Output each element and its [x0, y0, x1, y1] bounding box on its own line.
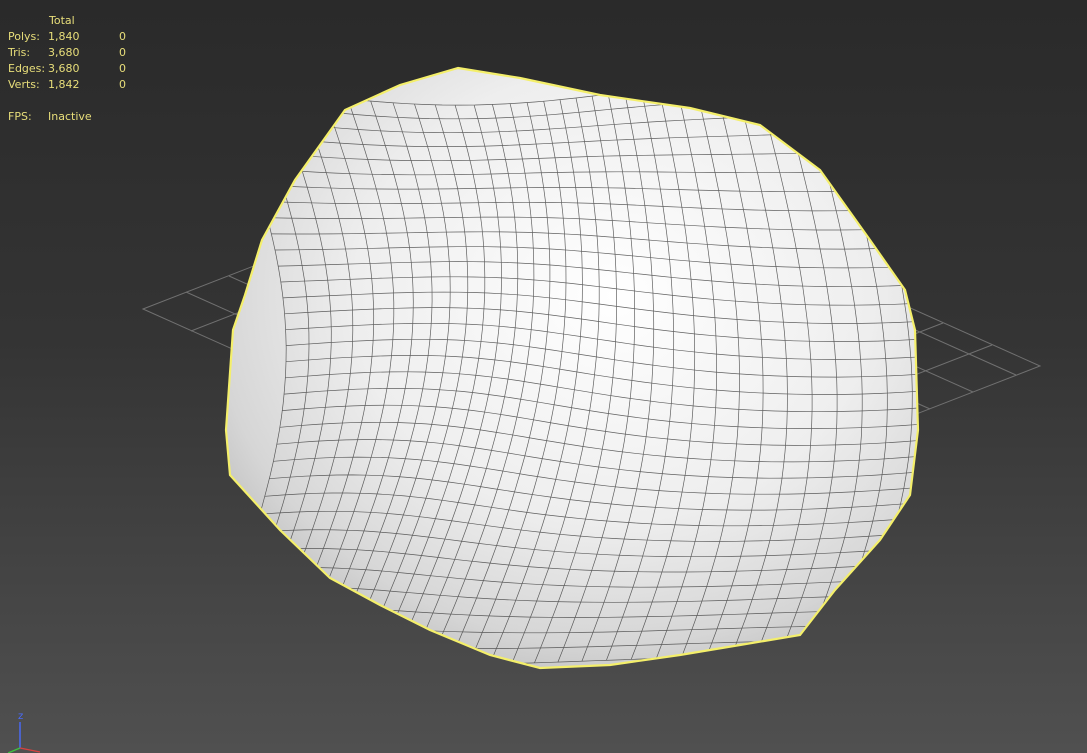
- stats-total-value: 1,842: [48, 78, 80, 91]
- stats-total-value: 1,840: [48, 30, 80, 43]
- stats-selected-value: 0: [119, 30, 126, 43]
- stats-selected-value: 0: [119, 78, 126, 91]
- stats-total-value: 3,680: [48, 46, 80, 59]
- perspective-viewport[interactable]: Total Polys: 1,840 0 Tris: 3,680 0 Edges…: [0, 0, 1087, 753]
- axis-tripod-icon: z: [8, 711, 41, 753]
- stats-row-edges: Edges: 3,680 0: [8, 61, 126, 77]
- stats-row-verts: Verts: 1,842 0: [8, 77, 126, 93]
- viewport-statistics: Total Polys: 1,840 0 Tris: 3,680 0 Edges…: [8, 13, 126, 125]
- stats-row-fps: FPS: Inactive: [8, 109, 126, 125]
- stats-total-header: Total: [49, 14, 75, 27]
- y-axis-line: [8, 747, 21, 753]
- rock-mesh[interactable]: [208, 66, 985, 670]
- z-axis-label: z: [18, 711, 23, 722]
- stats-selected-value: 0: [119, 62, 126, 75]
- stats-label: Verts:: [8, 78, 40, 91]
- stats-row-polys: Polys: 1,840 0: [8, 29, 126, 45]
- mesh-edge-loop: [908, 68, 918, 662]
- fps-label: FPS:: [8, 110, 32, 123]
- stats-selected-value: 0: [119, 46, 126, 59]
- x-axis-line: [19, 747, 41, 753]
- fps-value: Inactive: [48, 110, 92, 123]
- stats-label: Polys:: [8, 30, 40, 43]
- stats-row-tris: Tris: 3,680 0: [8, 45, 126, 61]
- stats-label: Edges:: [8, 62, 46, 75]
- stats-total-value: 3,680: [48, 62, 80, 75]
- scene-canvas[interactable]: [0, 0, 1087, 753]
- stats-label: Tris:: [8, 46, 31, 59]
